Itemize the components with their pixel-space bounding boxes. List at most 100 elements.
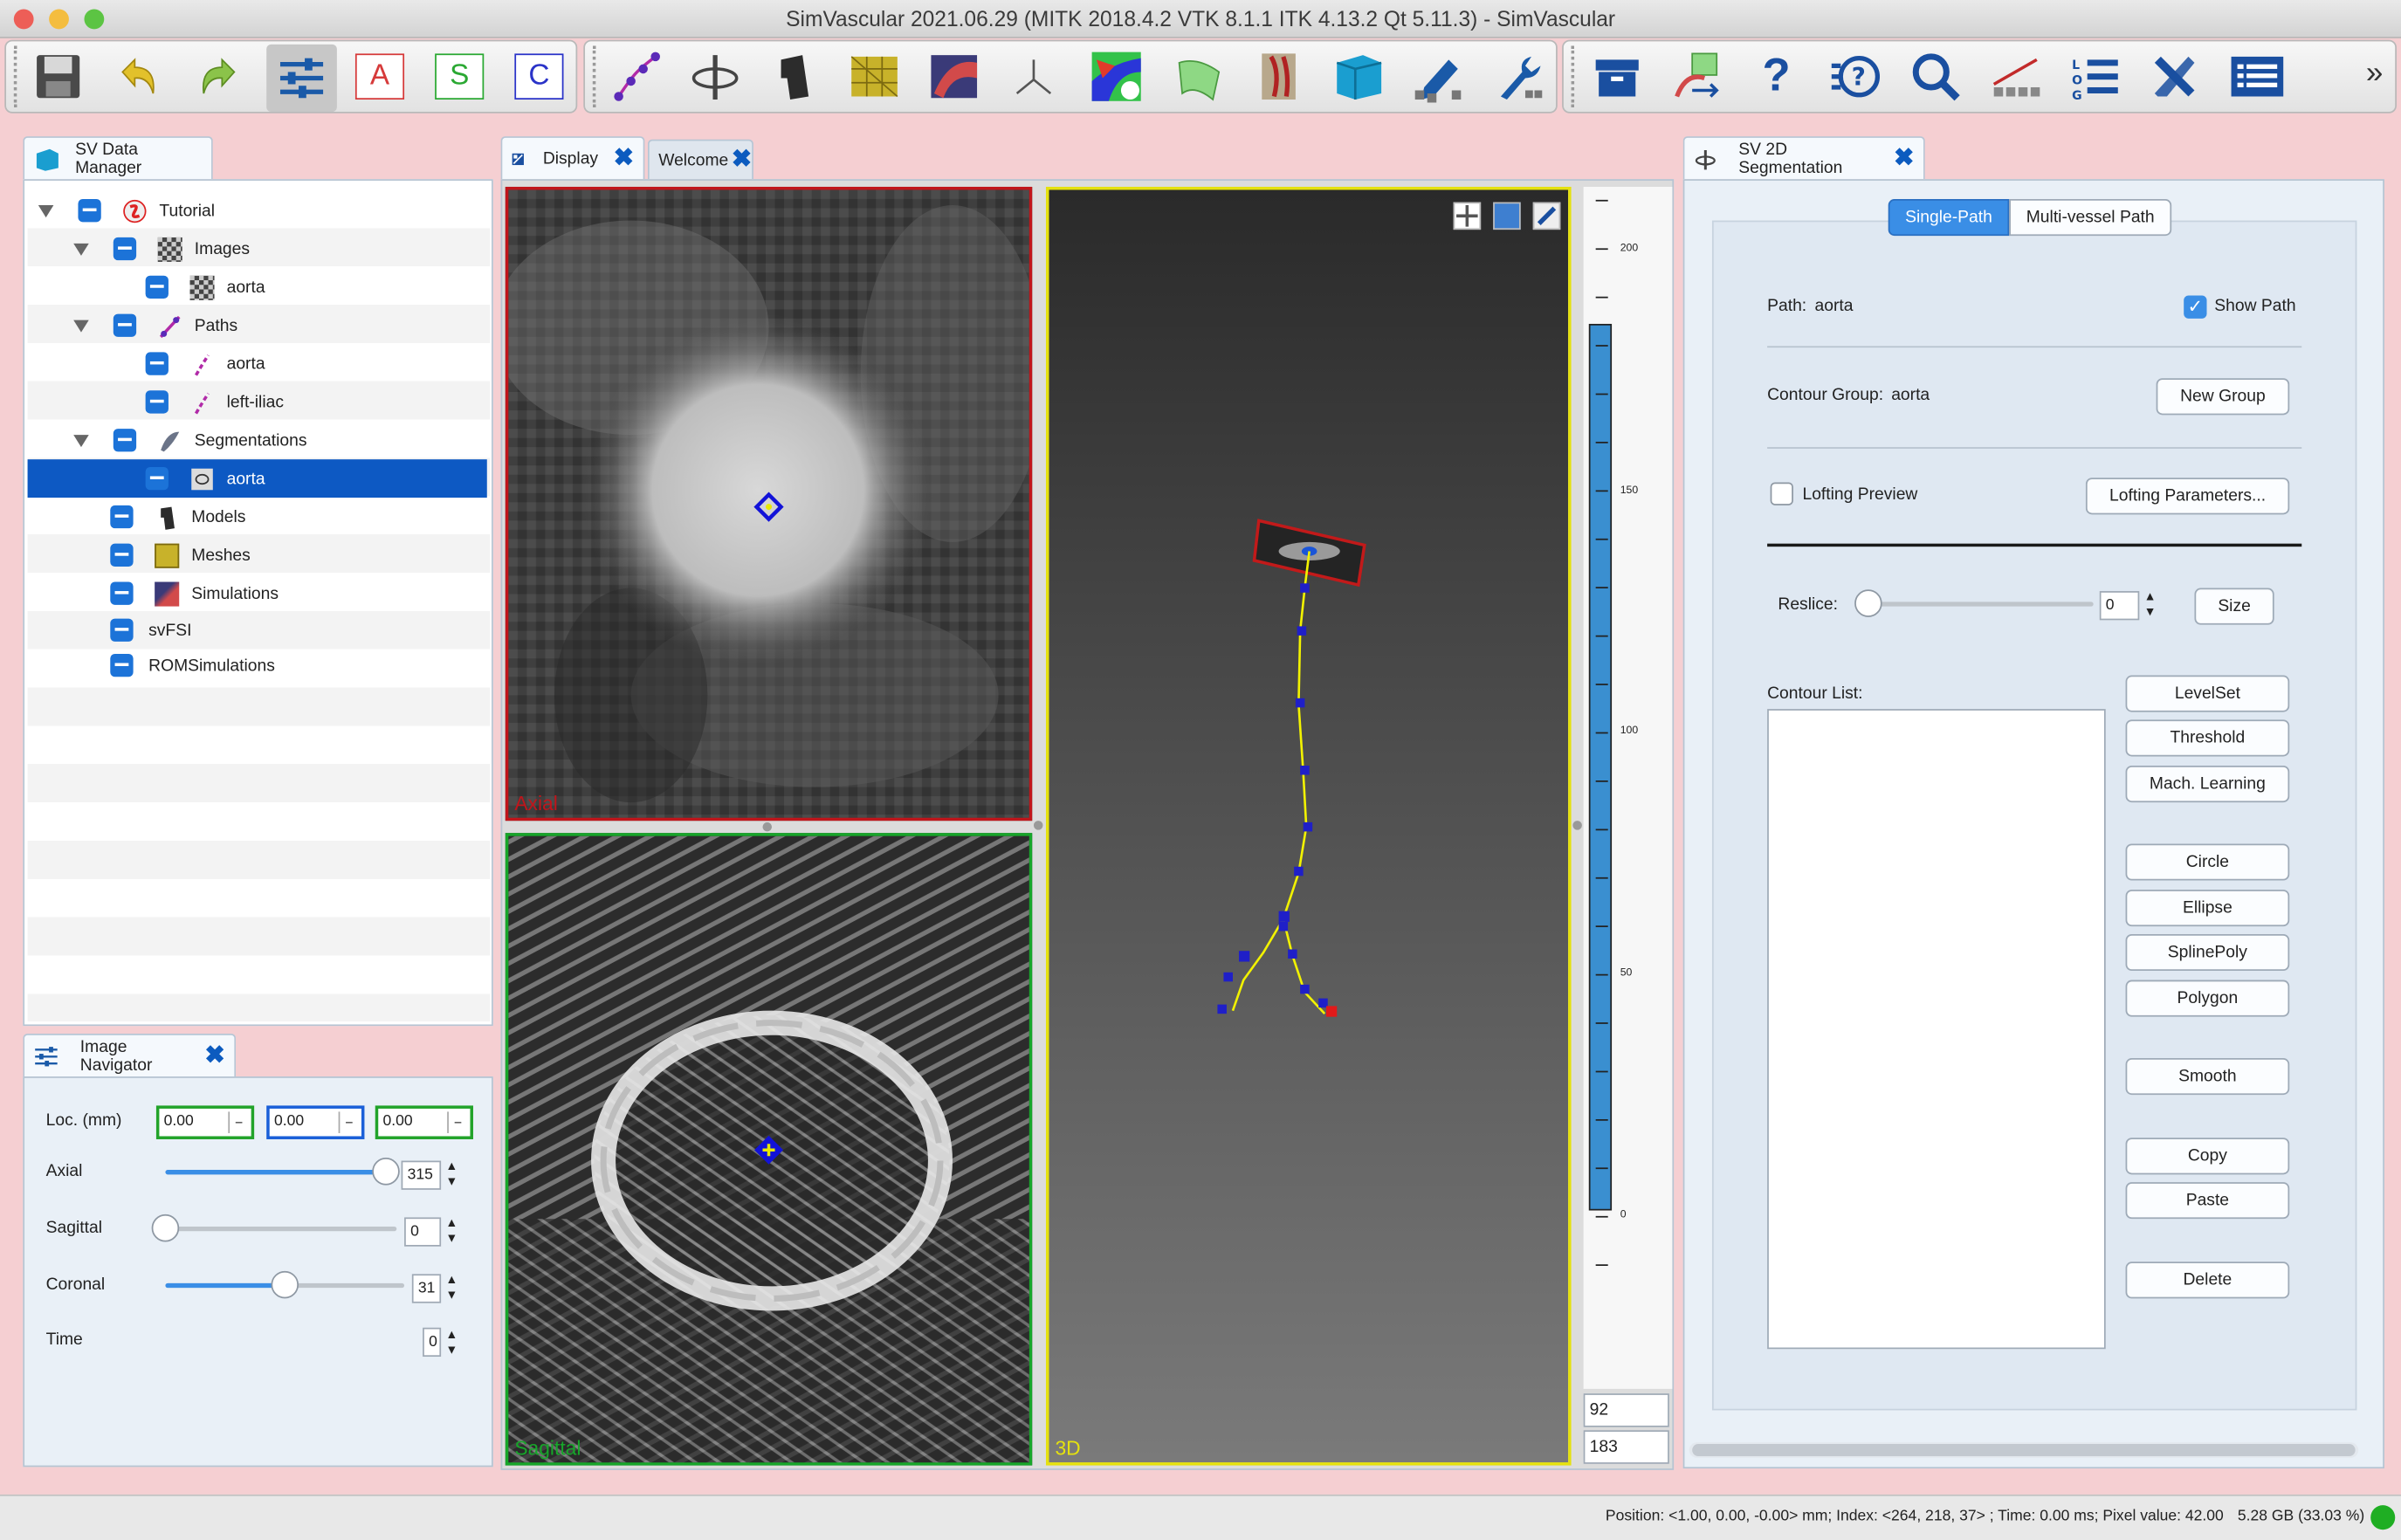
tree-row-models[interactable]: Models (28, 498, 487, 536)
visibility-toggle[interactable] (110, 543, 134, 567)
path-icon[interactable] (607, 47, 665, 106)
log-icon[interactable]: LOG (2066, 47, 2124, 106)
faq-icon[interactable]: ? (1827, 47, 1886, 106)
machine-learning-button[interactable]: Mach. Learning (2125, 766, 2290, 803)
splitter-handle[interactable] (1033, 821, 1043, 830)
segmentation-a-icon[interactable]: A (351, 47, 409, 106)
contour-list[interactable] (1767, 709, 2106, 1350)
axial-slider[interactable] (165, 1158, 400, 1186)
tree-row-simulations[interactable]: Simulations (28, 574, 487, 613)
transform-icon[interactable] (1668, 47, 1726, 106)
expand-icon[interactable] (73, 243, 89, 256)
lofting-preview-checkbox[interactable] (1770, 482, 1793, 505)
axial-slider-knob[interactable] (372, 1158, 400, 1186)
tree-row-images[interactable]: Images (28, 230, 487, 268)
splinepoly-button[interactable]: SplinePoly (2125, 933, 2290, 972)
axes-icon[interactable] (1005, 47, 1063, 106)
stepper-icon[interactable]: − (228, 1111, 248, 1133)
single-path-tab[interactable]: Single-Path (1888, 199, 2010, 237)
delete-button[interactable]: Delete (2125, 1262, 2290, 1299)
path-planning-icon[interactable] (686, 47, 745, 106)
tools-icon[interactable] (1489, 47, 1547, 106)
axial-view[interactable]: Axial (505, 186, 1033, 822)
visibility-toggle[interactable] (110, 505, 134, 529)
expand-icon[interactable] (38, 204, 54, 217)
loc-x-field[interactable]: 0.00 − (155, 1105, 255, 1139)
stepper-icon[interactable]: ▲ ▼ (445, 1328, 457, 1358)
close-icon[interactable]: ✖ (614, 146, 635, 171)
close-icon[interactable]: ✖ (1894, 146, 1915, 171)
loc-z-field[interactable]: 0.00 − (375, 1105, 473, 1139)
model-icon[interactable] (766, 47, 824, 106)
tree-row-svfsi[interactable]: svFSI (28, 611, 487, 650)
visibility-toggle[interactable] (113, 313, 137, 337)
reslice-slider-knob[interactable] (1854, 589, 1882, 617)
multi-vessel-path-tab[interactable]: Multi-vessel Path (2009, 199, 2172, 237)
surface-icon[interactable] (1170, 47, 1228, 106)
coronal-slider[interactable] (165, 1270, 405, 1299)
circle-button[interactable]: Circle (2125, 843, 2290, 881)
sagittal-slider-knob[interactable] (151, 1213, 180, 1242)
copy-button[interactable]: Copy (2125, 1138, 2290, 1175)
stepper-icon[interactable]: ▲ ▼ (445, 1159, 457, 1190)
segmentation-c-icon[interactable]: C (510, 47, 568, 106)
image-navigator-icon[interactable] (266, 44, 337, 113)
show-path-checkbox[interactable]: ✓ (2184, 295, 2207, 319)
close-window-button[interactable] (13, 9, 34, 30)
tree-row-romsimulations[interactable]: ROMSimulations (28, 646, 487, 684)
help-icon[interactable]: ? (1747, 47, 1806, 106)
paste-button[interactable]: Paste (2125, 1182, 2290, 1220)
visibility-toggle[interactable] (110, 618, 134, 642)
measure-icon[interactable] (1986, 47, 2045, 106)
horizontal-scrollbar[interactable] (1689, 1442, 2359, 1458)
expand-icon[interactable] (73, 319, 89, 332)
visibility-toggle[interactable] (145, 352, 169, 375)
tree-row-paths[interactable]: Paths (28, 306, 487, 345)
archive-icon[interactable] (1588, 47, 1647, 106)
close-icon[interactable]: ✖ (732, 147, 753, 172)
smooth-button[interactable]: Smooth (2125, 1058, 2290, 1096)
tree-row-segmentation-aorta[interactable]: aorta (27, 459, 487, 498)
undo-icon[interactable] (109, 47, 168, 106)
redo-icon[interactable] (189, 47, 248, 106)
tree-row-segmentations[interactable]: Segmentations (28, 421, 487, 459)
scrollbar-thumb[interactable] (1692, 1444, 2356, 1457)
visibility-toggle[interactable] (110, 581, 134, 605)
polygon-button[interactable]: Polygon (2125, 980, 2290, 1017)
tab-image-navigator[interactable]: Image Navigator ✖ (23, 1033, 237, 1077)
visibility-toggle[interactable] (145, 390, 169, 414)
close-icon[interactable]: ✖ (204, 1042, 225, 1068)
new-group-button[interactable]: New Group (2156, 378, 2290, 416)
save-icon[interactable] (29, 47, 87, 106)
levelset-button[interactable]: LevelSet (2125, 675, 2290, 712)
tree-row-meshes[interactable]: Meshes (28, 536, 487, 574)
splitter-handle[interactable] (1572, 821, 1582, 830)
loc-y-field[interactable]: 0.00 − (266, 1105, 365, 1139)
threed-view[interactable]: 3D (1045, 186, 1572, 1466)
tab-2d-segmentation[interactable]: SV 2D Segmentation ✖ (1682, 136, 1925, 180)
coronal-slider-knob[interactable] (271, 1270, 299, 1299)
level-window-bar[interactable] (1588, 323, 1613, 1211)
tree-row-path-left-iliac[interactable]: left-iliac (28, 383, 487, 422)
sagittal-value[interactable]: 0 (404, 1217, 442, 1247)
expand-icon[interactable] (73, 434, 89, 447)
tab-welcome[interactable]: Welcome ✖ (647, 139, 753, 180)
size-button[interactable]: Size (2194, 588, 2274, 625)
threshold-button[interactable]: Threshold (2125, 719, 2290, 757)
sagittal-view[interactable]: Sagittal (505, 833, 1033, 1466)
axial-value[interactable]: 315 (401, 1160, 442, 1190)
stepper-icon[interactable]: ▲ ▼ (445, 1273, 457, 1303)
visibility-toggle[interactable] (145, 275, 169, 299)
time-value[interactable]: 0 (423, 1327, 442, 1358)
mesh-icon[interactable] (845, 47, 904, 106)
more-icon[interactable]: » (2366, 57, 2384, 92)
visibility-toggle[interactable] (145, 466, 169, 491)
level-value[interactable]: 92 (1583, 1393, 1669, 1427)
sagittal-slider[interactable] (151, 1213, 397, 1242)
visibility-toggle[interactable] (78, 199, 101, 223)
zoom-window-button[interactable] (84, 9, 105, 30)
simulation-icon[interactable] (925, 47, 983, 106)
list-icon[interactable] (2228, 47, 2287, 106)
reslice-slider[interactable] (1854, 589, 2094, 617)
reslice-value[interactable]: 0 (2099, 591, 2140, 621)
